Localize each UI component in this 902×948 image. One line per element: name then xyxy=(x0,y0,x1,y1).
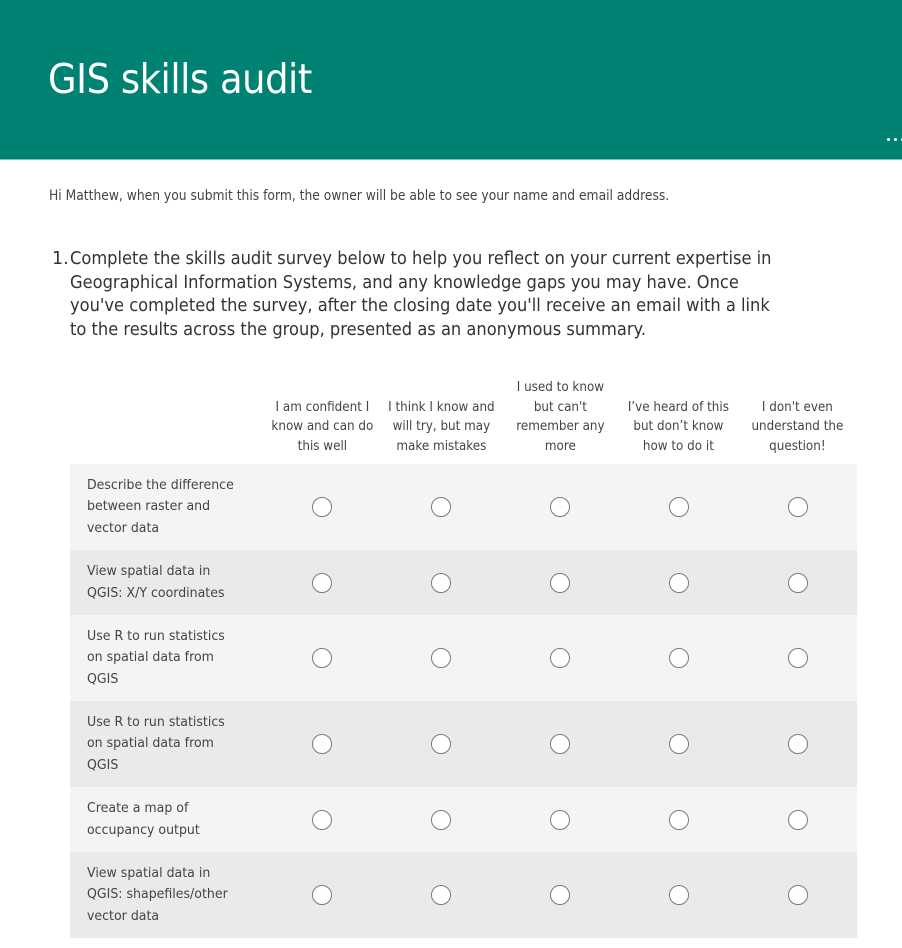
form-header: GIS skills audit xyxy=(0,0,902,160)
row-label: Use R to run statistics on spatial data … xyxy=(87,627,225,687)
matrix-row: Create a map of occupancy output xyxy=(70,787,857,852)
column-headers: I am confident I know and can do this we… xyxy=(70,372,857,464)
radio-button[interactable] xyxy=(787,497,808,517)
radio-button[interactable] xyxy=(668,885,689,905)
radio-button[interactable] xyxy=(549,734,570,754)
row-label: Create a map of occupancy output xyxy=(87,800,200,838)
question-number: 1. xyxy=(52,249,69,269)
radio-button[interactable] xyxy=(431,885,452,905)
radio-button[interactable] xyxy=(431,572,452,593)
radio-button[interactable] xyxy=(312,885,333,905)
likert-matrix: I am confident I know and can do this we… xyxy=(70,372,857,938)
radio-button[interactable] xyxy=(668,648,689,668)
matrix-row: View spatial data in QGIS: X/Y coordinat… xyxy=(70,550,857,615)
radio-button[interactable] xyxy=(312,809,333,830)
radio-button[interactable] xyxy=(312,497,333,517)
radio-button[interactable] xyxy=(787,572,808,593)
matrix-row: Describe the difference between raster a… xyxy=(70,464,857,550)
radio-button[interactable] xyxy=(312,572,333,593)
radio-button[interactable] xyxy=(549,497,570,517)
radio-button[interactable] xyxy=(668,572,689,593)
radio-button[interactable] xyxy=(549,809,570,830)
column-header: I am confident I know and can do this we… xyxy=(271,399,374,454)
radio-button[interactable] xyxy=(312,648,333,668)
row-label: View spatial data in QGIS: shapefiles/ot… xyxy=(87,864,228,924)
radio-button[interactable] xyxy=(431,648,452,668)
form-title: GIS skills audit xyxy=(48,55,312,103)
more-options-button[interactable] xyxy=(885,136,902,143)
radio-button[interactable] xyxy=(312,734,333,754)
column-header: I don't even understand the question! xyxy=(751,399,844,454)
radio-button[interactable] xyxy=(787,648,808,668)
radio-button[interactable] xyxy=(787,885,808,905)
row-label: View spatial data in QGIS: X/Y coordinat… xyxy=(87,563,225,601)
row-label: Use R to run statistics on spatial data … xyxy=(87,713,225,773)
radio-button[interactable] xyxy=(787,809,808,830)
radio-button[interactable] xyxy=(668,809,689,830)
question-1: 1. Complete the skills audit survey belo… xyxy=(52,248,832,342)
question-text: Complete the skills audit survey below t… xyxy=(70,249,772,340)
matrix-row: Use R to run statistics on spatial data … xyxy=(70,615,857,701)
matrix-row: Use R to run statistics on spatial data … xyxy=(70,701,857,787)
radio-button[interactable] xyxy=(668,734,689,754)
row-label: Describe the difference between raster a… xyxy=(87,476,234,536)
identity-notice: Hi Matthew, when you submit this form, t… xyxy=(49,188,670,204)
matrix-row: View spatial data in QGIS: shapefiles/ot… xyxy=(70,852,857,938)
radio-button[interactable] xyxy=(549,885,570,905)
radio-button[interactable] xyxy=(668,497,689,517)
ellipsis-icon xyxy=(887,138,890,141)
radio-button[interactable] xyxy=(549,648,570,668)
radio-button[interactable] xyxy=(787,734,808,754)
column-header: I’ve heard of this but don’t know how to… xyxy=(628,399,730,454)
ellipsis-icon xyxy=(894,138,897,141)
radio-button[interactable] xyxy=(431,734,452,754)
radio-button[interactable] xyxy=(431,497,452,517)
radio-button[interactable] xyxy=(431,809,452,830)
column-header: I think I know and will try, but may mak… xyxy=(387,399,495,454)
radio-button[interactable] xyxy=(549,572,570,593)
column-header: I used to know but can't remember any mo… xyxy=(515,380,605,454)
